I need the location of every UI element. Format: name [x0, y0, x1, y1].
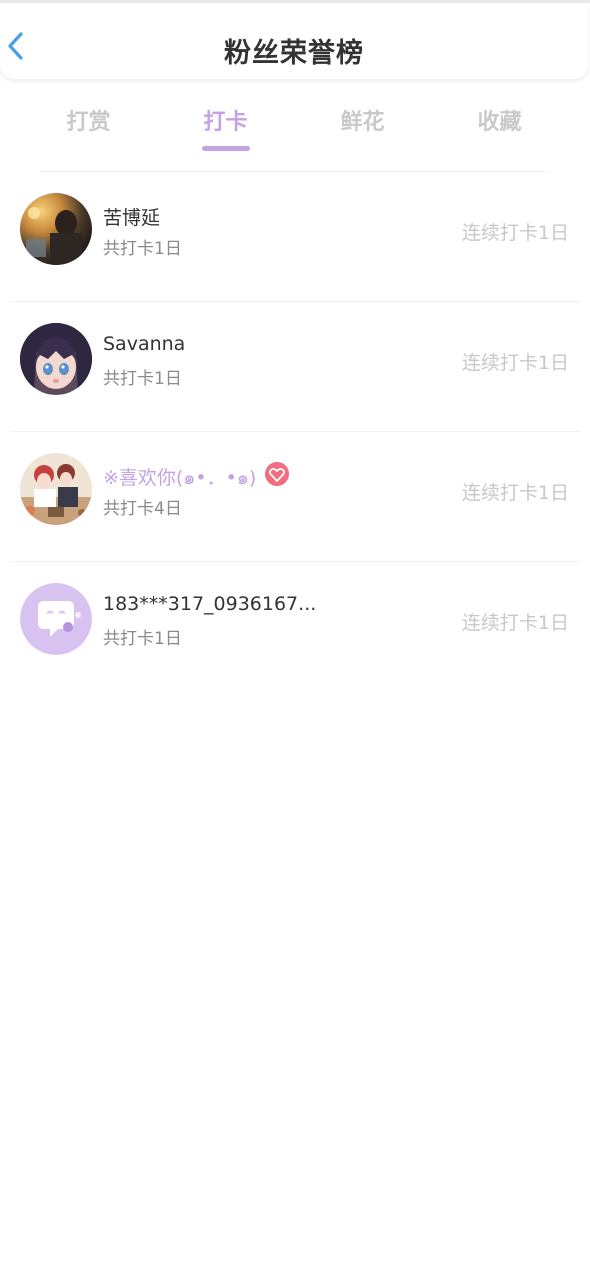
streak-checkin: 连续打卡1日	[461, 482, 569, 504]
avatar[interactable]	[20, 323, 92, 395]
fan-name: 苦博延	[103, 207, 161, 229]
list-item[interactable]: 苦博延 共打卡1日 连续打卡1日	[0, 172, 590, 302]
list-item[interactable]: ※喜欢你(๑•．•๑) 共打卡4日 连续打卡1日	[0, 432, 590, 562]
avatar[interactable]	[20, 193, 92, 265]
total-checkin: 共打卡1日	[103, 629, 182, 649]
total-checkin: 共打卡4日	[103, 499, 182, 519]
tab-label: 打赏	[66, 110, 111, 135]
fan-list: 苦博延 共打卡1日 连续打卡1日 Savanna 共打卡1日 连续打卡1日 ※喜…	[0, 172, 590, 692]
streak-checkin: 连续打卡1日	[461, 222, 569, 244]
streak-checkin: 连续打卡1日	[461, 612, 569, 634]
avatar[interactable]	[20, 583, 92, 655]
list-item[interactable]: Savanna 共打卡1日 连续打卡1日	[0, 302, 590, 432]
chat-bubble-icon	[20, 583, 92, 655]
total-checkin: 共打卡1日	[103, 369, 182, 389]
tab-bar: 打赏 打卡 鲜花 收藏	[20, 100, 570, 156]
tab-checkin[interactable]: 打卡	[157, 104, 294, 151]
app-header: 粉丝荣誉榜	[0, 3, 588, 79]
tab-label: 收藏	[477, 110, 522, 135]
tab-label: 鲜花	[340, 110, 385, 135]
active-tab-indicator	[201, 146, 250, 151]
streak-checkin: 连续打卡1日	[461, 352, 569, 374]
avatar[interactable]	[20, 453, 92, 525]
fan-name: ※喜欢你(๑•．•๑)	[103, 461, 290, 494]
tab-favorites[interactable]: 收藏	[431, 104, 568, 136]
list-item[interactable]: 183***317_0936167... 共打卡1日 连续打卡1日	[0, 562, 590, 692]
fan-name: Savanna	[103, 333, 186, 355]
total-checkin: 共打卡1日	[103, 239, 182, 259]
tab-flowers[interactable]: 鲜花	[294, 104, 431, 136]
tab-label: 打卡	[203, 110, 248, 135]
page-title: 粉丝荣誉榜	[224, 38, 364, 69]
fan-name: 183***317_0936167...	[103, 593, 317, 615]
fan-name-text: ※喜欢你(๑•．•๑)	[103, 467, 257, 489]
heart-gem-badge-icon	[264, 461, 290, 492]
tab-reward[interactable]: 打赏	[20, 104, 157, 136]
